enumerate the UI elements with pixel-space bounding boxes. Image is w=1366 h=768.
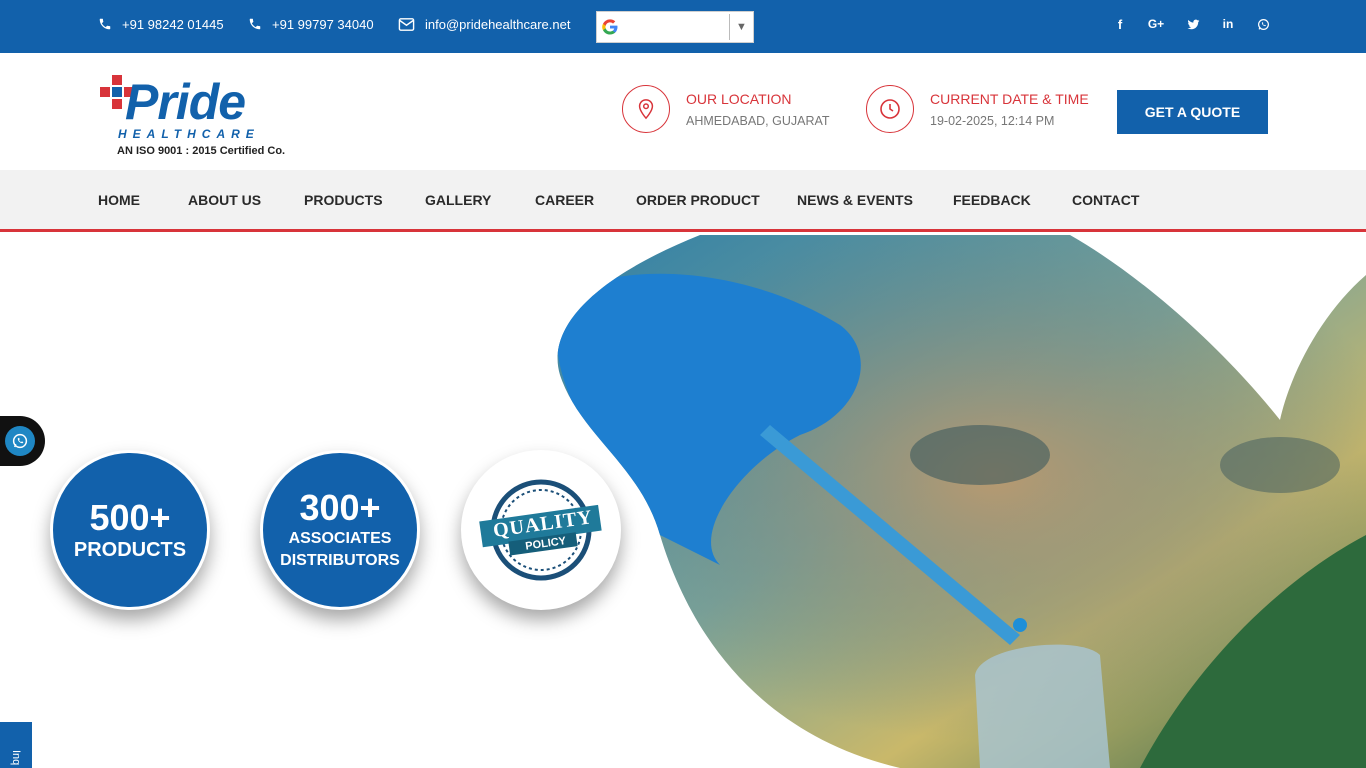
quality-policy-badge[interactable]: QUALITY POLICY: [461, 450, 621, 610]
phone-2-text: +91 99797 34040: [272, 16, 374, 32]
google-plus-icon[interactable]: G+: [1144, 14, 1168, 34]
logo-certification: AN ISO 9001 : 2015 Certified Co.: [117, 145, 286, 157]
email-link[interactable]: info@pridehealthcare.net: [398, 0, 570, 48]
site-logo[interactable]: Pride HEALTHCARE AN ISO 9001 : 2015 Cert…: [100, 61, 285, 163]
logo-brand-text: Pride: [125, 74, 246, 130]
distributors-label-2: DISTRIBUTORS: [280, 552, 400, 569]
logo-subtitle: HEALTHCARE: [118, 127, 260, 141]
enquiry-side-tab[interactable]: Inq: [0, 722, 32, 768]
nav-item-products[interactable]: PRODUCTS: [304, 170, 383, 230]
nav-item-order-product[interactable]: ORDER PRODUCT: [636, 170, 760, 230]
location-value: AHMEDABAD, GUJARAT: [686, 114, 830, 128]
site-header: Pride HEALTHCARE AN ISO 9001 : 2015 Cert…: [0, 53, 1366, 170]
datetime-title: CURRENT DATE & TIME: [930, 91, 1089, 107]
chevron-down-icon: ▼: [729, 14, 753, 40]
hero-banner: 500+ PRODUCTS 300+ ASSOCIATES DISTRIBUTO…: [0, 235, 1366, 768]
nav-item-contact[interactable]: CONTACT: [1072, 170, 1139, 230]
nav-item-feedback[interactable]: FEEDBACK: [953, 170, 1031, 230]
location-title: OUR LOCATION: [686, 91, 792, 107]
datetime-value: 19-02-2025, 12:14 PM: [930, 114, 1055, 128]
google-translate-icon: [597, 12, 623, 42]
phone-2-link[interactable]: +91 99797 34040: [248, 0, 374, 48]
products-count-badge: 500+ PRODUCTS: [50, 450, 210, 610]
top-contact-bar: +91 98242 01445 +91 99797 34040 info@pri…: [0, 0, 1366, 53]
distributors-label-1: ASSOCIATES: [288, 530, 392, 547]
nav-item-about-us[interactable]: ABOUT US: [188, 170, 261, 230]
twitter-icon[interactable]: [1183, 14, 1203, 34]
whatsapp-icon[interactable]: [1253, 14, 1273, 34]
main-navigation: HOME ABOUT US PRODUCTS GALLERY CAREER OR…: [0, 170, 1366, 232]
facebook-icon[interactable]: f: [1110, 14, 1130, 34]
phone-icon: [249, 18, 261, 30]
nav-item-home[interactable]: HOME: [98, 170, 140, 230]
location-icon: [622, 85, 670, 133]
language-select[interactable]: ▼: [596, 11, 754, 43]
nav-item-news-events[interactable]: NEWS & EVENTS: [797, 170, 913, 230]
whatsapp-icon: [5, 426, 35, 456]
nav-item-career[interactable]: CAREER: [535, 170, 594, 230]
distributors-count: 300+: [299, 487, 381, 528]
clock-icon: [866, 85, 914, 133]
phone-icon: [99, 18, 111, 30]
envelope-icon: [398, 17, 415, 31]
phone-1-text: +91 98242 01445: [122, 16, 224, 32]
email-text: info@pridehealthcare.net: [425, 16, 571, 32]
products-label: PRODUCTS: [73, 539, 187, 561]
distributors-count-badge: 300+ ASSOCIATES DISTRIBUTORS: [260, 450, 420, 610]
phone-1-link[interactable]: +91 98242 01445: [98, 0, 224, 48]
get-a-quote-button[interactable]: GET A QUOTE: [1117, 90, 1268, 134]
products-count: 500+: [89, 497, 171, 538]
linkedin-icon[interactable]: in: [1218, 14, 1238, 34]
nav-item-gallery[interactable]: GALLERY: [425, 170, 491, 230]
